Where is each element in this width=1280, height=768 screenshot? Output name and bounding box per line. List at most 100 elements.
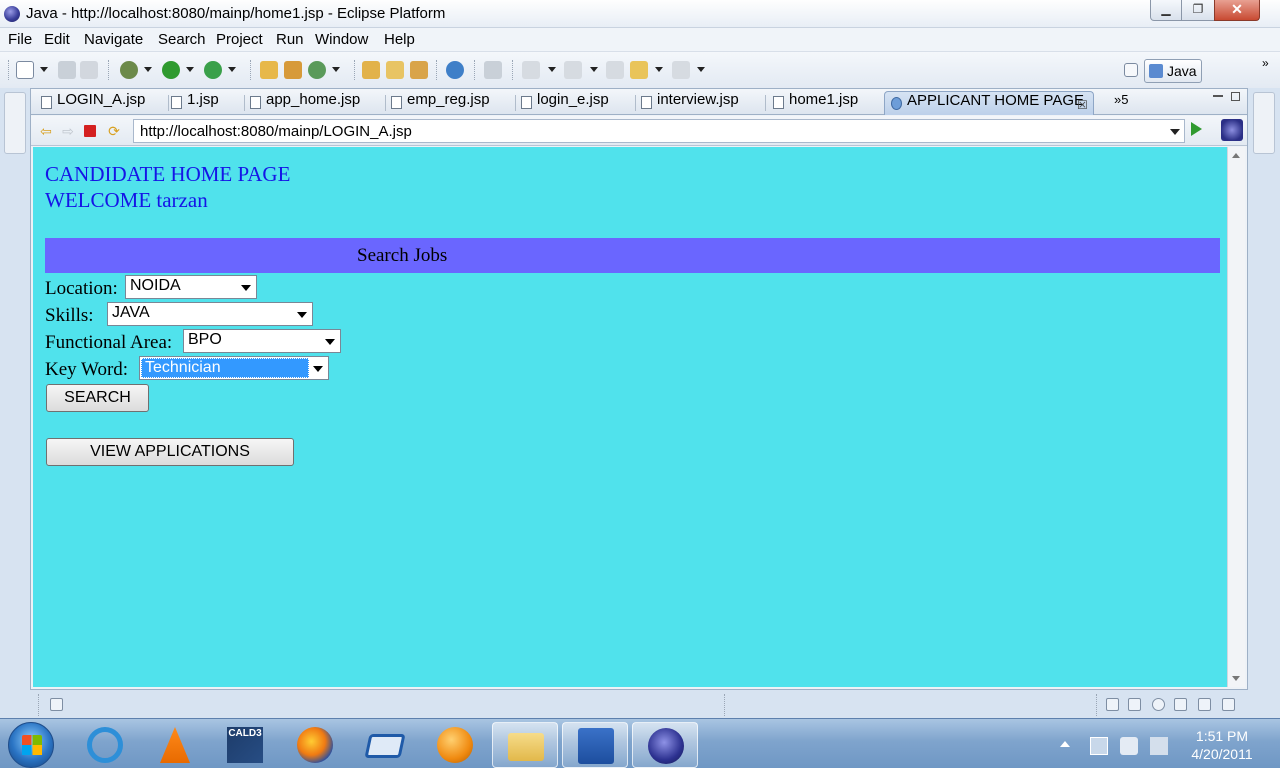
- new-java-project-icon[interactable]: [260, 61, 278, 79]
- taskbar-windows-explorer[interactable]: [492, 722, 558, 768]
- browser-refresh-icon[interactable]: ⟳: [106, 123, 122, 139]
- new-file-icon[interactable]: [16, 61, 34, 79]
- network-disconnected-icon[interactable]: [1150, 737, 1168, 755]
- tab-login-e-jsp[interactable]: login_e.jsp: [515, 91, 633, 115]
- print-icon[interactable]: [80, 61, 98, 79]
- external-tools-icon[interactable]: [204, 61, 222, 79]
- right-trim-stack[interactable]: [1253, 92, 1275, 154]
- tab-separator: [765, 95, 766, 111]
- restore-view-icon[interactable]: [1106, 698, 1119, 711]
- taskbar-eclipse[interactable]: [632, 722, 698, 768]
- eclipse-icon: [648, 728, 684, 764]
- web-page-content: CANDIDATE HOME PAGE WELCOME tarzan Searc…: [33, 147, 1227, 687]
- url-input[interactable]: [134, 120, 1154, 142]
- tab-close-icon[interactable]: ☒: [1077, 98, 1088, 112]
- taskbar-firefox[interactable]: [282, 722, 348, 768]
- external-tools-dropdown-icon[interactable]: [228, 67, 236, 72]
- taskbar-cald3[interactable]: CALD3: [212, 722, 278, 768]
- tab-emp-reg-jsp[interactable]: emp_reg.jsp: [385, 91, 513, 115]
- java-perspective-button[interactable]: Java: [1144, 59, 1202, 83]
- minimize-button[interactable]: ▁: [1150, 0, 1182, 21]
- problems-view-icon[interactable]: [1128, 698, 1141, 711]
- tab-app-home-jsp[interactable]: app_home.jsp: [244, 91, 384, 115]
- console-view-icon[interactable]: [1222, 698, 1235, 711]
- location-select[interactable]: NOIDA: [125, 275, 257, 299]
- open-folder-icon[interactable]: [386, 61, 404, 79]
- show-hidden-icons-chevron-icon[interactable]: [1060, 741, 1070, 747]
- menu-navigate[interactable]: Navigate: [84, 31, 143, 48]
- open-task-icon[interactable]: [410, 61, 428, 79]
- web-browser-tab-icon: [891, 97, 902, 110]
- tab-overflow-chevron-icon[interactable]: »5: [1114, 92, 1128, 107]
- save-icon[interactable]: [58, 61, 76, 79]
- tab-home1-jsp[interactable]: home1.jsp: [767, 91, 879, 115]
- new-dropdown-icon[interactable]: [40, 67, 48, 72]
- menu-edit[interactable]: Edit: [44, 31, 70, 48]
- javadoc-view-icon[interactable]: [1152, 698, 1165, 711]
- servers-view-icon[interactable]: [1198, 698, 1211, 711]
- browser-back-icon[interactable]: ⇦: [38, 123, 54, 139]
- run-dropdown-icon[interactable]: [186, 67, 194, 72]
- windows-logo-icon-lower: [22, 745, 42, 755]
- web-browser-icon[interactable]: [446, 61, 464, 79]
- skills-select[interactable]: JAVA: [107, 302, 313, 326]
- fast-view-icon[interactable]: [50, 698, 63, 711]
- url-history-dropdown-icon[interactable]: [1170, 129, 1180, 135]
- back-arrow-icon[interactable]: [630, 61, 648, 79]
- open-perspective-icon[interactable]: [1124, 63, 1138, 77]
- key-word-select[interactable]: Technician: [139, 356, 329, 380]
- previous-annotation-icon[interactable]: [564, 61, 582, 79]
- menu-window[interactable]: Window: [315, 31, 368, 48]
- forward-arrow-icon[interactable]: [672, 61, 690, 79]
- tab-applicant-home-page[interactable]: APPLICANT HOME PAGE ☒: [884, 91, 1094, 115]
- previous-annotation-dropdown-icon[interactable]: [590, 67, 598, 72]
- taskbar-virtualbox[interactable]: [352, 722, 418, 768]
- menu-run[interactable]: Run: [276, 31, 304, 48]
- menu-project[interactable]: Project: [216, 31, 263, 48]
- browser-forward-icon[interactable]: ⇨: [60, 123, 76, 139]
- close-window-button[interactable]: ✕: [1214, 0, 1260, 21]
- declaration-view-icon[interactable]: [1174, 698, 1187, 711]
- maximize-button[interactable]: ❐: [1181, 0, 1215, 21]
- search-button[interactable]: SEARCH: [46, 384, 149, 412]
- browser-stop-icon[interactable]: [84, 125, 96, 137]
- new-class-dropdown-icon[interactable]: [332, 67, 340, 72]
- view-applications-button[interactable]: VIEW APPLICATIONS: [46, 438, 294, 466]
- back-dropdown-icon[interactable]: [655, 67, 663, 72]
- open-type-icon[interactable]: [362, 61, 380, 79]
- jsp-file-icon: [521, 96, 532, 109]
- action-center-flag-icon[interactable]: [1090, 737, 1108, 755]
- page-vertical-scrollbar[interactable]: [1227, 147, 1245, 687]
- last-edit-location-icon[interactable]: [606, 61, 624, 79]
- minimize-editor-icon[interactable]: [1213, 95, 1223, 98]
- taskbar-vlc[interactable]: [142, 722, 208, 768]
- menu-help[interactable]: Help: [384, 31, 415, 48]
- toggle-mark-occurrences-icon[interactable]: [484, 61, 502, 79]
- scroll-down-icon[interactable]: [1232, 676, 1240, 681]
- taskbar-orb-app[interactable]: [422, 722, 488, 768]
- menu-file[interactable]: File: [8, 31, 32, 48]
- next-annotation-icon[interactable]: [522, 61, 540, 79]
- tab-1-jsp[interactable]: 1.jsp: [165, 91, 245, 115]
- functional-area-select[interactable]: BPO: [183, 329, 341, 353]
- forward-dropdown-icon[interactable]: [697, 67, 705, 72]
- taskbar-internet-explorer[interactable]: [72, 722, 138, 768]
- toolbar-overflow-chevron-icon[interactable]: »: [1262, 57, 1274, 69]
- debug-icon[interactable]: [120, 61, 138, 79]
- new-class-icon[interactable]: [308, 61, 326, 79]
- tab-login-a-jsp[interactable]: LOGIN_A.jsp: [35, 91, 165, 115]
- menu-search[interactable]: Search: [158, 31, 206, 48]
- run-icon[interactable]: [162, 61, 180, 79]
- volume-muted-icon[interactable]: [1120, 737, 1138, 755]
- start-button[interactable]: [8, 722, 54, 768]
- left-trim-stack[interactable]: [4, 92, 26, 154]
- new-package-icon[interactable]: [284, 61, 302, 79]
- debug-dropdown-icon[interactable]: [144, 67, 152, 72]
- scroll-up-icon[interactable]: [1232, 153, 1240, 158]
- tab-interview-jsp[interactable]: interview.jsp: [635, 91, 763, 115]
- system-clock[interactable]: 1:51 PM 4/20/2011: [1176, 727, 1268, 763]
- taskbar-microsoft-word[interactable]: [562, 722, 628, 768]
- maximize-editor-icon[interactable]: [1231, 92, 1240, 101]
- go-icon[interactable]: [1191, 122, 1202, 136]
- next-annotation-dropdown-icon[interactable]: [548, 67, 556, 72]
